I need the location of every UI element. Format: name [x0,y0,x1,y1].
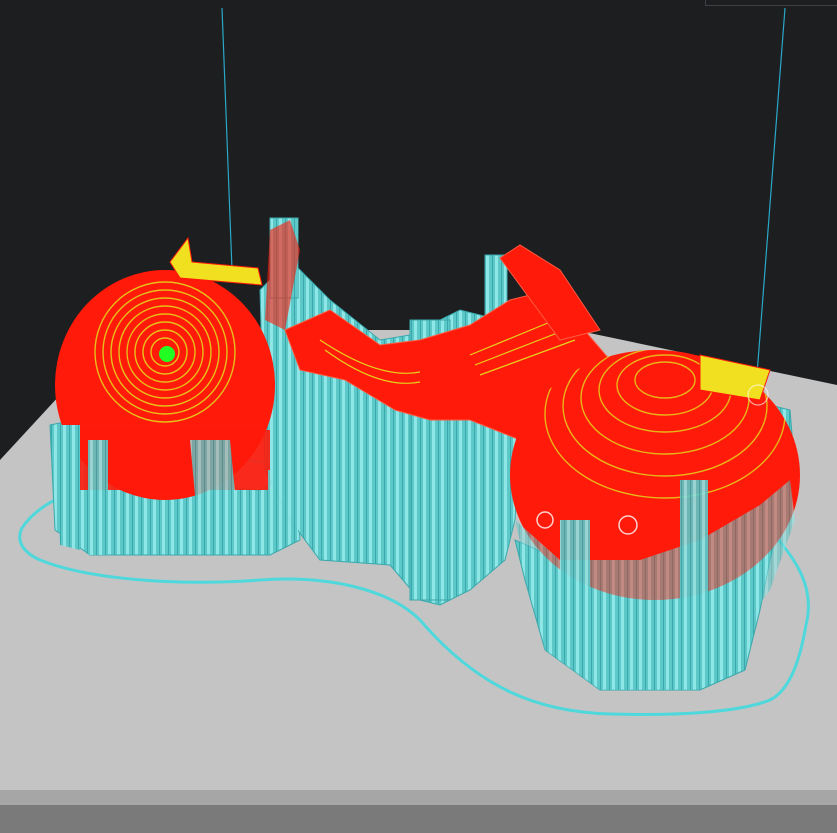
layer-start-marker [159,346,175,362]
print-preview-scene[interactable] [0,0,837,833]
3d-viewport[interactable] [0,0,837,833]
